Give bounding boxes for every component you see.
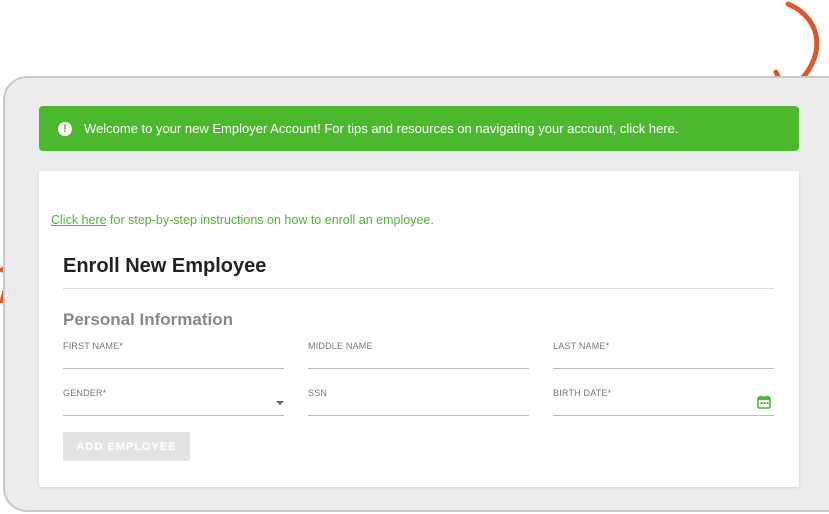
birth-date-field[interactable]: BIRTH DATE* (553, 388, 774, 416)
middle-name-field[interactable]: MIDDLE NAME (308, 341, 529, 369)
chevron-down-icon[interactable] (276, 401, 284, 405)
ssn-label: SSN (308, 388, 328, 398)
first-name-label: FIRST NAME* (63, 341, 124, 351)
banner-text: Welcome to your new Employer Account! Fo… (84, 121, 679, 136)
middle-name-input[interactable] (308, 352, 529, 366)
help-link[interactable]: Click here (51, 213, 107, 227)
birth-date-label: BIRTH DATE* (553, 388, 612, 398)
enroll-card: Click here for step-by-step instructions… (39, 171, 799, 487)
welcome-banner[interactable]: ! Welcome to your new Employer Account! … (39, 106, 799, 151)
last-name-field[interactable]: LAST NAME* (553, 341, 774, 369)
gender-label: GENDER* (63, 388, 107, 398)
screenshot-stage: ! Welcome to your new Employer Account! … (0, 0, 829, 514)
first-name-input[interactable] (63, 352, 284, 366)
ssn-input[interactable] (308, 399, 529, 413)
last-name-input[interactable] (553, 352, 774, 366)
first-name-field[interactable]: FIRST NAME* (63, 341, 284, 369)
middle-name-label: MIDDLE NAME (308, 341, 373, 351)
help-instructions: Click here for step-by-step instructions… (51, 213, 434, 227)
last-name-label: LAST NAME* (553, 341, 610, 351)
alert-circle-icon: ! (58, 121, 72, 136)
section-title: Personal Information (63, 310, 234, 329)
calendar-icon[interactable] (757, 395, 771, 409)
ssn-field[interactable]: SSN (308, 388, 529, 416)
page-title: Enroll New Employee (63, 255, 267, 277)
gender-select[interactable]: GENDER* (63, 388, 284, 416)
title-divider (63, 288, 774, 289)
help-text: for step-by-step instructions on how to … (106, 213, 434, 227)
add-employee-button[interactable]: ADD EMPLOYEE (63, 432, 190, 461)
